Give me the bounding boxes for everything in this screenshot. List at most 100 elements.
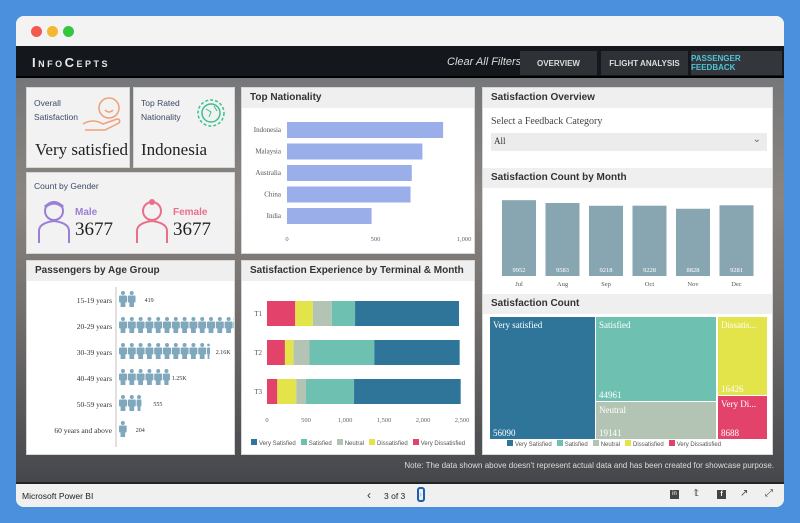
person-head: [121, 291, 125, 295]
person-icon: [136, 369, 145, 385]
person-legs: [120, 302, 126, 307]
person-icon: [189, 343, 198, 359]
person-head: [147, 317, 152, 321]
person-head: [165, 343, 169, 347]
category-label: T3: [254, 388, 262, 396]
person-icon: [119, 291, 127, 307]
legend-item[interactable]: Neutral: [592, 440, 620, 448]
tab-overview[interactable]: OVERVIEW: [520, 51, 597, 75]
person-legs: [208, 328, 214, 333]
maximize-window-button[interactable]: [63, 26, 74, 37]
age-group-panel: Passengers by Age Group 15-19 years 419 20…: [26, 260, 235, 455]
person-legs: [164, 380, 169, 385]
person-body: [163, 347, 171, 355]
person-icon: [119, 395, 127, 411]
legend-item[interactable]: Satisfied: [300, 439, 332, 447]
category-label: India: [267, 212, 282, 220]
legend-item[interactable]: Very Dissatisfied: [668, 440, 721, 448]
tile-label: Satisfied: [599, 320, 631, 330]
person-legs: [173, 354, 179, 359]
person-icon: [215, 317, 224, 333]
person-body: [145, 373, 154, 381]
person-body: [207, 347, 210, 355]
card-label: Top Rated Nationality: [141, 98, 181, 122]
overall-satisfaction-value: Very satisfied: [35, 140, 129, 159]
person-legs: [147, 328, 152, 333]
stacked-segment: [295, 301, 313, 326]
person-icon: [180, 317, 189, 333]
person-head: [156, 317, 161, 321]
person-legs: [147, 354, 152, 359]
person-body: [145, 347, 154, 355]
male-count: 3677: [75, 219, 113, 240]
person-icon: [154, 369, 163, 385]
male-label: Male: [75, 207, 98, 218]
close-window-button[interactable]: [31, 26, 42, 37]
fullscreen-icon[interactable]: ⤢: [765, 488, 773, 499]
stacked-segment: [293, 340, 310, 365]
tile-value: 56090: [493, 428, 516, 438]
value-label: 555: [153, 402, 162, 408]
legend-item[interactable]: Very Dissatisfied: [412, 439, 465, 447]
category-label: 30-39 years: [77, 348, 112, 357]
person-head: [129, 395, 134, 399]
clear-all-filters-button[interactable]: Clear All Filters: [447, 56, 521, 68]
value-label: 9281: [730, 267, 743, 274]
share-icon[interactable]: ↗: [740, 488, 748, 499]
facebook-icon[interactable]: f: [717, 490, 726, 499]
previous-page-button[interactable]: ‹: [367, 488, 371, 502]
next-page-button[interactable]: ›: [417, 487, 425, 502]
x-tick-label: 500: [371, 236, 381, 243]
legend-item[interactable]: Dissatisfied: [369, 439, 408, 447]
stacked-segment: [309, 340, 375, 365]
person-head: [138, 317, 143, 321]
dashboard: InfoCepts Clear All Filters OVERVIEW FLI…: [16, 46, 784, 482]
panel-title: Satisfaction Count: [483, 294, 772, 314]
bar: [545, 202, 580, 276]
minimize-window-button[interactable]: [47, 26, 58, 37]
person-legs: [138, 354, 143, 359]
month-label: Nov: [687, 281, 699, 288]
person-head: [191, 317, 196, 321]
legend-item[interactable]: Neutral: [336, 439, 364, 447]
value-label: 8828: [687, 267, 700, 274]
twitter-icon[interactable]: 𝕥: [694, 488, 699, 499]
linkedin-icon[interactable]: in: [670, 490, 679, 499]
person-body: [136, 399, 142, 407]
person-icon: [198, 317, 207, 333]
person-head: [147, 343, 152, 347]
page-indicator: 3 of 3: [384, 491, 406, 501]
tab-flight-analysis[interactable]: FLIGHT ANALYSIS: [601, 51, 688, 75]
person-legs: [120, 380, 126, 385]
person-head: [121, 395, 125, 399]
person-body: [224, 321, 233, 329]
feedback-category-dropdown[interactable]: All ⌄: [491, 133, 767, 151]
legend-item[interactable]: Very Satisfied: [507, 440, 552, 448]
person-head: [147, 369, 152, 373]
stacked-segment: [374, 340, 460, 365]
legend-item[interactable]: Satisfied: [556, 440, 588, 448]
value-label: 9218: [600, 267, 613, 274]
person-icon: [136, 395, 142, 411]
person-head: [121, 317, 125, 321]
person-body: [127, 295, 136, 303]
top-nationality-panel: Top Nationality Indonesia Malaysia Austral…: [241, 87, 475, 254]
value-label: 419: [145, 298, 154, 304]
person-head: [138, 369, 143, 373]
person-legs: [182, 328, 187, 333]
bar: [287, 186, 411, 203]
tab-passenger-feedback[interactable]: PASSENGER FEEDBACK: [691, 51, 782, 75]
person-icon: [136, 343, 145, 359]
tile-value: 44961: [599, 390, 622, 400]
legend-item[interactable]: Dissatisfied: [625, 440, 664, 448]
bar: [676, 208, 710, 276]
person-legs: [137, 406, 141, 411]
person-icon: [145, 343, 154, 359]
person-body: [127, 347, 136, 355]
category-label: 20-29 years: [77, 322, 112, 331]
stacked-segment: [267, 379, 278, 404]
person-body: [198, 347, 207, 355]
tile-value: 8688: [721, 428, 740, 438]
legend-item[interactable]: Very Satisfied: [251, 439, 296, 447]
male-icon: [38, 201, 70, 243]
